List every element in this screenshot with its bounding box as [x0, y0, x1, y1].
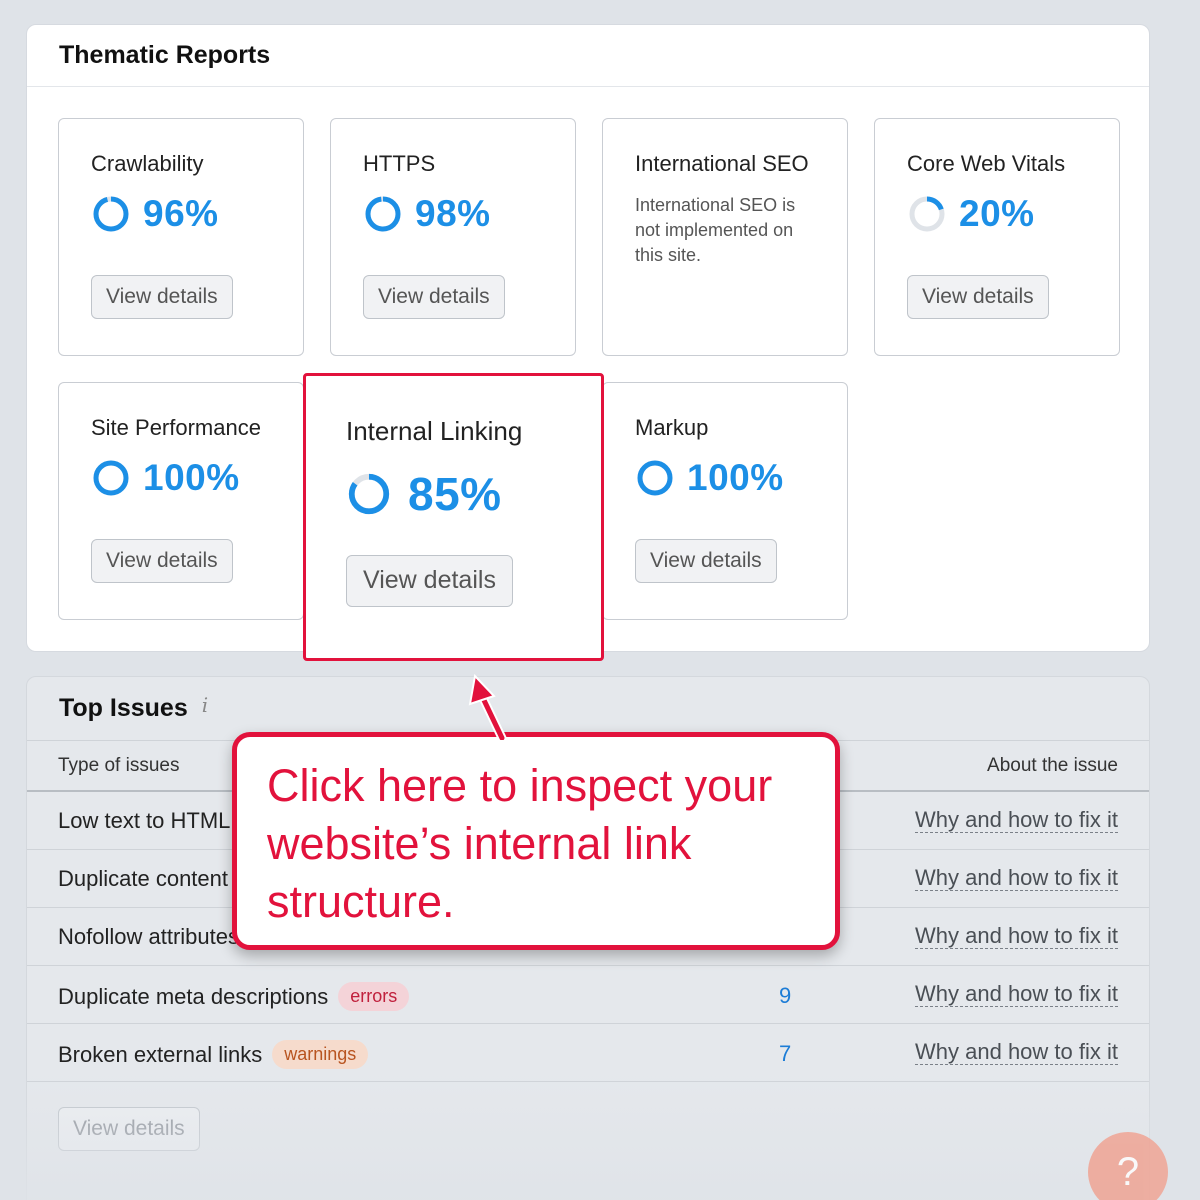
card-title: Internal Linking [346, 416, 523, 446]
issue-name: Low text to HTML [58, 808, 231, 833]
view-details-button[interactable]: View details [346, 555, 513, 607]
card-title: Markup [635, 415, 709, 440]
progress-ring-icon [909, 196, 945, 232]
thematic-reports-header: Thematic Reports [27, 25, 1149, 87]
progress-ring-icon [365, 196, 401, 232]
metric-value: 98% [415, 193, 491, 234]
issue-label[interactable]: Low text to HTML [58, 808, 230, 834]
instruction-callout: Click here to inspect your website’s int… [232, 732, 840, 950]
progress-ring-icon [348, 473, 390, 515]
metric-value: 85% [408, 468, 502, 520]
pointer-arrow-icon [468, 673, 507, 740]
card-title: Crawlability [91, 151, 204, 176]
card-https: HTTPS 98% View details [330, 118, 576, 356]
metric: 100% [635, 457, 815, 499]
table-row: Broken external links warnings 7 Why and ho… [27, 1024, 1149, 1082]
card-site-performance: Site Performance 100% View details [58, 382, 304, 620]
top-issues-header: Top Issues i [27, 677, 1149, 740]
metric-value: 100% [143, 457, 240, 498]
card-core-web-vitals: Core Web Vitals 20% View details [874, 118, 1120, 356]
view-details-button[interactable]: View details [91, 539, 233, 583]
column-about-the-issue: About the issue [987, 755, 1118, 776]
why-and-how-link[interactable]: Why and how to fix it [915, 924, 1118, 949]
view-details-button[interactable]: View details [907, 275, 1049, 319]
metric: 96% [91, 193, 271, 235]
metric-value: 96% [143, 193, 219, 234]
severity-badge: errors [338, 982, 410, 1011]
issue-label[interactable]: Duplicate meta descriptions errors [58, 982, 410, 1011]
why-and-how-link[interactable]: Why and how to fix it [915, 808, 1118, 833]
help-bubble-icon[interactable]: ? [1088, 1132, 1168, 1200]
issue-label[interactable]: Broken external links warnings [58, 1040, 369, 1069]
card-title: HTTPS [363, 151, 436, 176]
callout-text: Click here to inspect your website’s int… [267, 760, 773, 927]
why-and-how-link[interactable]: Why and how to fix it [915, 1040, 1118, 1065]
issue-label[interactable]: Nofollow attributes [58, 924, 239, 950]
card-title: Core Web Vitals [907, 151, 1066, 176]
metric-value: 100% [687, 457, 784, 498]
column-type-of-issues: Type of issues [58, 755, 180, 776]
severity-badge: warnings [272, 1040, 369, 1069]
card-markup: Markup 100% View details [602, 382, 848, 620]
panel-title: Top Issues [59, 694, 188, 722]
view-details-button[interactable]: View details [635, 539, 777, 583]
progress-ring-icon [93, 196, 129, 232]
progress-ring-icon [637, 460, 673, 496]
issue-label[interactable]: Duplicate content [58, 866, 228, 892]
metric: 100% [91, 457, 271, 499]
metric: 98% [363, 193, 543, 235]
issue-count[interactable]: 9 [779, 983, 791, 1009]
card-title: International SEO [635, 151, 809, 176]
issue-name: Broken external links [58, 1041, 263, 1067]
why-and-how-link[interactable]: Why and how to fix it [915, 866, 1118, 891]
why-and-how-link[interactable]: Why and how to fix it [915, 982, 1118, 1007]
view-details-button[interactable]: View details [91, 275, 233, 319]
issue-count[interactable]: 7 [779, 1041, 791, 1067]
view-details-button[interactable]: View details [58, 1107, 200, 1151]
panel-title: Thematic Reports [59, 41, 271, 69]
issue-name: Duplicate meta descriptions [58, 983, 329, 1009]
issue-name: Nofollow attributes [58, 924, 239, 949]
metric-value: 20% [959, 193, 1035, 234]
card-title: Site Performance [91, 415, 261, 440]
card-crawlability: Crawlability 96% View details [58, 118, 304, 356]
info-icon[interactable]: i [202, 693, 208, 717]
metric: 20% [907, 193, 1087, 235]
table-row: Duplicate meta descriptions errors 9 Why an… [27, 966, 1149, 1024]
card-internal-linking-highlighted[interactable]: Internal Linking 85% View details [303, 373, 604, 661]
metric: 85% [346, 467, 561, 521]
issue-name: Duplicate content [58, 866, 228, 891]
view-details-button[interactable]: View details [363, 275, 505, 319]
card-note: International SEO is not implemented on … [635, 195, 796, 265]
progress-ring-icon [93, 460, 129, 496]
card-international-seo: International SEO International SEO is n… [602, 118, 848, 356]
